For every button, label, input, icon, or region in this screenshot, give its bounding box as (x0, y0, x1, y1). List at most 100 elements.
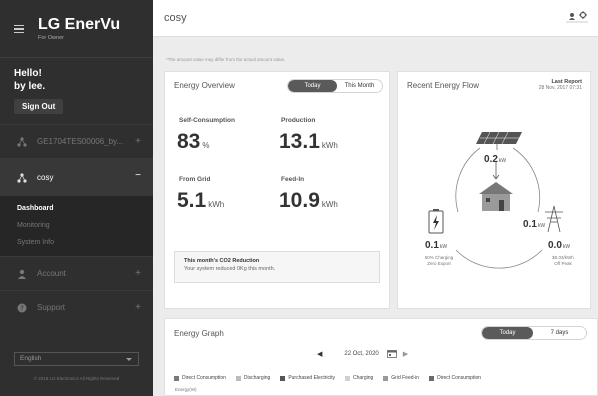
value-number: 10.9 (279, 189, 320, 212)
solar-panel-icon (476, 131, 522, 150)
flow-arc-bottom (455, 249, 543, 269)
production-label: Production (281, 117, 316, 124)
battery-power-value: 0.1kW (425, 240, 447, 251)
sidebar-item-account[interactable]: Account + (0, 256, 153, 290)
battery-status-line2: Zero Export (427, 261, 451, 266)
page-title: cosy (164, 12, 187, 24)
date-navigator: ◀ 22 Oct, 2020 ▶ (317, 349, 408, 358)
legend-swatch (429, 375, 435, 381)
co2-title: This month's CO2 Reduction (184, 258, 260, 264)
legend-item[interactable]: Direct Consumption (174, 375, 226, 381)
collapse-icon[interactable]: − (135, 170, 141, 181)
expand-icon[interactable]: + (135, 302, 141, 313)
legend-swatch (345, 375, 350, 381)
battery-status: 50% Charging Zero Export (421, 255, 457, 267)
expand-icon[interactable]: + (135, 136, 141, 147)
greeting: Hello! by lee. (0, 58, 153, 93)
home-power-value: 0.1kW (523, 219, 545, 230)
value-number: 0.2 (484, 154, 498, 165)
overview-period-toggle: Today This Month (287, 79, 383, 93)
language-value: English (20, 355, 42, 362)
tab-7-days[interactable]: 7 days (533, 327, 586, 339)
legend-item[interactable]: Discharging (235, 375, 271, 381)
calendar-icon[interactable] (386, 349, 397, 358)
power-tower-icon (545, 205, 563, 233)
legend-label: Charging (353, 375, 374, 381)
sidebar-item-label: Account (37, 269, 66, 278)
solar-power-value: 0.2kW (484, 154, 506, 165)
network-icon (17, 136, 27, 147)
legend-item[interactable]: Purchased Electricity (280, 375, 335, 381)
sidebar-item-support[interactable]: ? Support + (0, 290, 153, 324)
value-number: 0.1 (425, 240, 439, 251)
sidebar-item-label: Support (37, 303, 66, 312)
value-unit: kW (537, 223, 546, 229)
co2-reduction-box: This month's CO2 Reduction Your system r… (174, 251, 380, 283)
legend-item[interactable]: Direct Consumption (429, 375, 481, 381)
home-icon (479, 182, 513, 211)
prev-arrow-icon[interactable]: ◀ (317, 350, 322, 358)
legend-label: Direct Consumption (437, 375, 481, 381)
energy-flow-card: Recent Energy Flow Last Report 28 Nov, 2… (397, 71, 591, 309)
legend-label: Discharging (243, 375, 271, 381)
grid-power-value: 0.0kW (548, 240, 570, 251)
sidebar: LG EnerVu For Owner Hello! by lee. Sign … (0, 0, 153, 396)
legend-item[interactable]: Grid Feed-in (383, 375, 419, 381)
sidebar-item-label: GE1704TES00006_by... (37, 137, 124, 146)
card-title: Energy Overview (174, 81, 235, 90)
sidebar-item-system-info[interactable]: System Info (0, 234, 153, 251)
brand-subtitle: For Owner (38, 35, 64, 41)
energy-flow-diagram (428, 131, 563, 269)
energy-overview-card: Energy Overview Today This Month Self-Co… (164, 71, 390, 309)
value-number: 0.0 (548, 240, 562, 251)
tab-today[interactable]: Today (482, 327, 534, 339)
menu-icon[interactable] (14, 24, 24, 33)
graph-date: 22 Oct, 2020 (344, 350, 379, 357)
sidebar-item-site[interactable]: cosy − (0, 158, 153, 196)
graph-period-toggle: Today 7 days (481, 326, 587, 340)
legend-item[interactable]: Charging (345, 375, 373, 381)
sidebar-item-device[interactable]: GE1704TES00006_by... + (0, 124, 153, 158)
svg-text:?: ? (20, 304, 24, 312)
next-arrow-icon[interactable]: ▶ (403, 350, 408, 358)
brand-name: LG EnerVu (38, 16, 121, 33)
production-value: 13.1 kWh (279, 130, 338, 154)
value-unit: kW (498, 158, 507, 164)
disclaimer-note: *The amount value may differ from the ac… (166, 57, 286, 62)
sidebar-item-monitoring[interactable]: Monitoring (0, 217, 153, 234)
chevron-down-icon (126, 358, 132, 361)
value-unit: kWh (321, 141, 338, 150)
self-consumption-value: 83% (177, 130, 209, 154)
value-unit: kW (439, 244, 448, 250)
tab-this-month[interactable]: This Month (337, 80, 382, 92)
feed-in-value: 10.9 kWh (279, 189, 338, 213)
value-number: 0.1 (523, 219, 537, 230)
value-unit: kWh (208, 200, 225, 209)
legend-swatch (383, 375, 389, 381)
value-unit: kW (562, 244, 571, 250)
value-unit: kWh (321, 200, 338, 209)
copyright: © 2018 LG Electronics All Rights Reserve… (33, 376, 120, 381)
legend-label: Grid Feed-in (391, 375, 420, 381)
value-number: 5.1 (177, 189, 207, 212)
battery-icon (428, 209, 444, 234)
sidebar-item-dashboard[interactable]: Dashboard (0, 200, 153, 217)
value-number: 83 (177, 130, 201, 153)
sign-out-button[interactable]: Sign Out (14, 99, 64, 114)
self-consumption-label: Self-Consumption (179, 117, 235, 124)
energy-graph-card: Energy Graph Today 7 days ◀ 22 Oct, 2020… (164, 318, 598, 396)
legend-label: Purchased Electricity (288, 375, 335, 381)
from-grid-label: From Grid (179, 176, 211, 183)
value-unit: % (202, 141, 210, 150)
from-grid-value: 5.1 kWh (177, 189, 224, 213)
user-settings-icon[interactable] (566, 10, 588, 24)
language-select[interactable]: English (14, 352, 139, 366)
grid-status-line2: Off Peak (554, 261, 572, 266)
sidebar-submenu: Dashboard Monitoring System Info (0, 196, 153, 256)
legend-swatch (235, 375, 241, 381)
sidebar-header: LG EnerVu For Owner (0, 0, 153, 58)
tab-today[interactable]: Today (288, 80, 337, 92)
co2-text: Your system reduced 0Kg this month. (184, 266, 276, 272)
brand-logo: LG EnerVu For Owner (38, 16, 121, 42)
expand-icon[interactable]: + (135, 268, 141, 279)
